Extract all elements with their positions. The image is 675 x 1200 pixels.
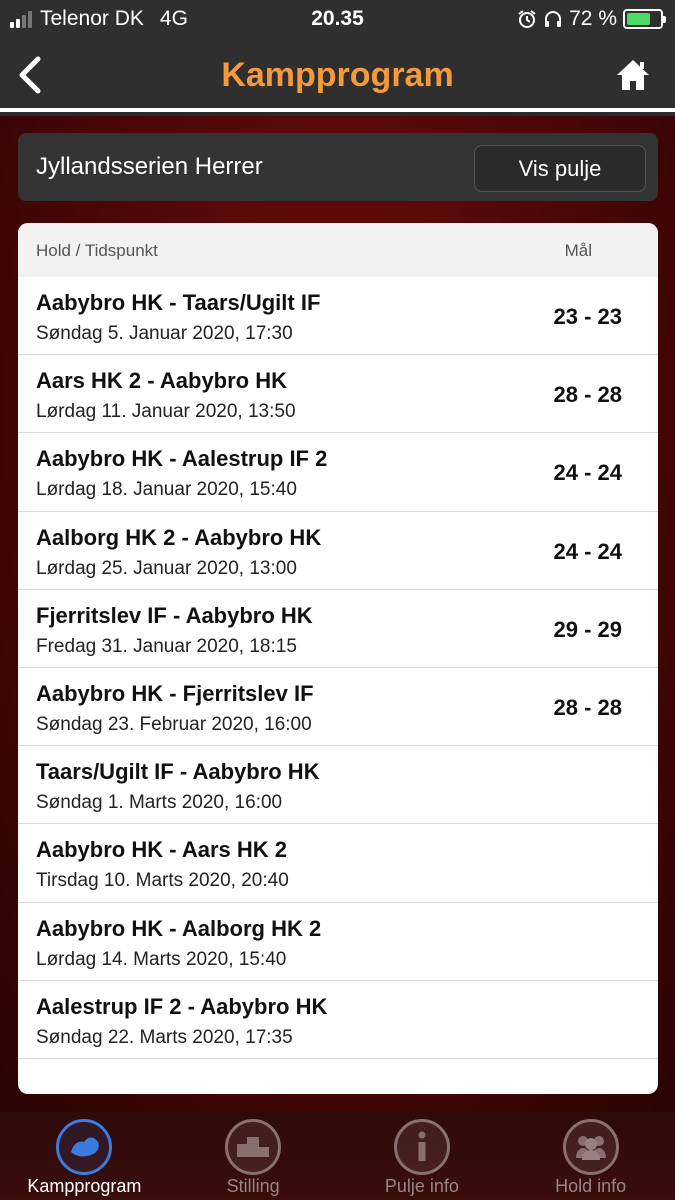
match-list: Hold / Tidspunkt Mål Aabybro HK - Taars/… — [18, 223, 658, 1094]
home-icon[interactable] — [615, 58, 651, 92]
handball-icon — [56, 1119, 113, 1175]
match-score: 24 - 24 — [553, 460, 623, 486]
match-date: Lørdag 18. Januar 2020, 15:40 — [36, 479, 297, 501]
match-date: Lørdag 14. Marts 2020, 15:40 — [36, 948, 287, 970]
tab-label: Stilling — [226, 1176, 280, 1196]
league-header: Jyllandsserien Herrer Vis pulje — [18, 133, 658, 201]
battery-icon — [623, 9, 666, 29]
column-header-team: Hold / Tidspunkt — [36, 241, 158, 260]
match-row[interactable]: Aalestrup IF 2 - Aabybro HK Søndag 22. Ma… — [18, 981, 658, 1059]
match-date: Lørdag 25. Januar 2020, 13:00 — [36, 557, 297, 579]
match-row[interactable]: Taars/Ugilt IF - Aabybro HK Søndag 1. Mar… — [18, 746, 658, 825]
match-teams: Taars/Ugilt IF - Aabybro HK — [36, 759, 320, 785]
match-date: Søndag 5. Januar 2020, 17:30 — [36, 323, 293, 344]
team-icon — [562, 1119, 619, 1175]
tab-hold-info[interactable]: Hold info — [506, 1112, 675, 1200]
nav-bar: Kampprogram — [0, 38, 675, 112]
match-row[interactable]: Fjerritslev IF - Aabybro HK Fredag 31. Ja… — [18, 590, 658, 668]
match-teams: Aalestrup IF 2 - Aabybro HK — [36, 993, 328, 1019]
match-row[interactable]: Aalborg HK 2 - Aabybro HK Lørdag 25. Janu… — [18, 512, 658, 590]
match-teams: Aabybro HK - Aalborg HK 2 — [36, 915, 322, 941]
match-row[interactable]: Aabybro HK - Aalestrup IF 2 Lørdag 18. Ja… — [18, 433, 658, 512]
match-row[interactable]: Aabybro HK - Fjerritslev IF Søndag 23. Fe… — [18, 668, 658, 747]
match-date: Lørdag 11. Januar 2020, 13:50 — [36, 401, 296, 423]
match-row[interactable]: Aabybro HK - Aars HK 2 Tirsdag 10. Marts … — [18, 824, 658, 903]
tab-bar: Kampprogram Stilling Pulje info Hold inf… — [0, 1112, 675, 1200]
match-teams: Aabybro HK - Taars/Ugilt IF — [36, 290, 321, 315]
match-teams: Aabybro HK - Aalestrup IF 2 — [36, 446, 328, 472]
column-header-goals: Mål — [564, 241, 592, 260]
alarm-icon — [518, 10, 536, 28]
headphones-icon — [545, 11, 562, 27]
match-date: Tirsdag 10. Marts 2020, 20:40 — [36, 870, 289, 892]
status-right: 72 % — [517, 7, 666, 31]
match-date: Søndag 23. Februar 2020, 16:00 — [36, 713, 312, 735]
table-header: Hold / Tidspunkt Mål — [18, 223, 658, 277]
match-score: 29 - 29 — [553, 616, 623, 642]
match-teams: Aars HK 2 - Aabybro HK — [36, 368, 288, 394]
match-teams: Aabybro HK - Fjerritslev IF — [36, 680, 314, 706]
match-score: 28 - 28 — [553, 694, 623, 720]
tab-label: Hold info — [555, 1176, 627, 1196]
vis-pulje-button[interactable]: Vis pulje — [474, 145, 646, 192]
match-rows: Aabybro HK - Taars/Ugilt IF Søndag 5. Jan… — [18, 277, 658, 1059]
match-score: 28 - 28 — [553, 382, 623, 408]
tab-stilling[interactable]: Stilling — [169, 1112, 338, 1200]
info-icon — [393, 1119, 450, 1175]
battery-fill — [627, 13, 651, 25]
match-row[interactable]: Aars HK 2 - Aabybro HK Lørdag 11. Januar … — [18, 355, 658, 434]
match-date: Søndag 22. Marts 2020, 17:35 — [36, 1026, 293, 1048]
podium-icon — [225, 1119, 282, 1175]
match-teams: Aalborg HK 2 - Aabybro HK — [36, 524, 322, 550]
match-teams: Aabybro HK - Aars HK 2 — [36, 837, 288, 863]
match-teams: Fjerritslev IF - Aabybro HK — [36, 602, 313, 628]
match-date: Fredag 31. Januar 2020, 18:15 — [36, 635, 297, 657]
tab-label: Kampprogram — [27, 1176, 142, 1196]
tab-kampprogram[interactable]: Kampprogram — [0, 1112, 169, 1200]
battery-percent: 72 % — [569, 7, 617, 30]
status-bar: Telenor DK 4G 20.35 72 % — [0, 0, 675, 38]
match-row[interactable]: Aabybro HK - Taars/Ugilt IF Søndag 5. Jan… — [18, 277, 658, 356]
match-score: 24 - 24 — [553, 538, 623, 564]
tab-label: Pulje info — [384, 1176, 459, 1196]
match-row[interactable]: Aabybro HK - Aalborg HK 2 Lørdag 14. Mart… — [18, 903, 658, 981]
page-title: Kampprogram — [221, 56, 454, 94]
league-name: Jyllandsserien Herrer — [36, 153, 263, 180]
match-score: 23 - 23 — [553, 304, 623, 329]
match-date: Søndag 1. Marts 2020, 16:00 — [36, 792, 283, 814]
tab-pulje-info[interactable]: Pulje info — [338, 1112, 507, 1200]
